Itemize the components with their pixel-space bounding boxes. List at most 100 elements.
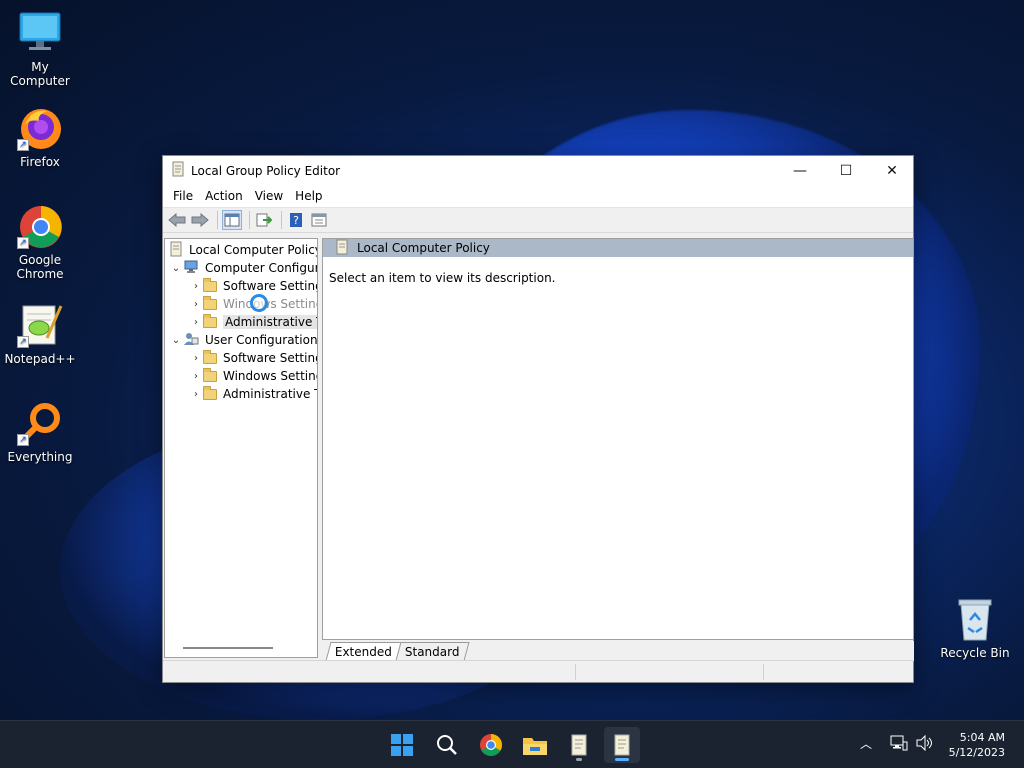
- desktop-icon-notepadpp[interactable]: ↗ Notepad++: [0, 302, 80, 366]
- details-header-title: Local Computer Policy: [357, 241, 490, 255]
- chevron-right-icon[interactable]: ›: [189, 281, 203, 292]
- chevron-down-icon[interactable]: ⌄: [169, 263, 183, 274]
- desktop-icon-chrome[interactable]: ↗ Google Chrome: [0, 203, 80, 281]
- taskbar: ︿ 5:04 AM 5/12/2023: [0, 720, 1024, 768]
- tab-standard[interactable]: Standard: [395, 642, 470, 661]
- details-header: Local Computer Policy: [323, 239, 913, 257]
- back-icon[interactable]: [167, 210, 187, 230]
- group-policy-icon[interactable]: [604, 727, 640, 763]
- menu-view[interactable]: View: [249, 189, 289, 203]
- properties-icon[interactable]: [309, 210, 329, 230]
- tree-item-user-windows-settings[interactable]: › Windows Setting: [189, 367, 318, 385]
- desktop-icon-label: Notepad++: [4, 352, 76, 366]
- forward-icon[interactable]: [190, 210, 210, 230]
- chevron-right-icon[interactable]: ›: [189, 371, 203, 382]
- user-config-icon: [183, 332, 199, 349]
- tab-label: Extended: [334, 645, 392, 659]
- running-indicator: [576, 758, 582, 761]
- details-pane: Local Computer Policy Select an item to …: [322, 238, 914, 640]
- minimize-button[interactable]: —: [777, 156, 823, 185]
- chevron-right-icon[interactable]: ›: [189, 299, 203, 310]
- window-content: Local Computer Policy ⌄ Computer Configu…: [163, 236, 914, 661]
- chevron-right-icon[interactable]: ›: [189, 389, 203, 400]
- notepad-scroll-icon[interactable]: [561, 727, 597, 763]
- tree-item-label: Local Computer Policy: [189, 243, 318, 257]
- folder-icon: [203, 277, 217, 292]
- busy-cursor-icon: [250, 294, 268, 312]
- desktop-icon-label: Google Chrome: [16, 253, 64, 281]
- chrome-icon[interactable]: [473, 727, 509, 763]
- desktop-icon-label: Firefox: [20, 155, 60, 169]
- maximize-button[interactable]: ☐: [823, 156, 869, 185]
- tree-item-label: Software Settings: [223, 351, 317, 365]
- tree-item-software-settings[interactable]: › Software Settings: [189, 277, 317, 295]
- desktop-icon-label: Recycle Bin: [940, 646, 1010, 660]
- horizontal-scrollbar[interactable]: [183, 647, 273, 649]
- file-explorer-icon[interactable]: [517, 727, 553, 763]
- menu-action[interactable]: Action: [199, 189, 249, 203]
- search-icon[interactable]: [429, 727, 465, 763]
- shortcut-arrow-icon: ↗: [17, 336, 29, 348]
- active-indicator: [615, 758, 629, 761]
- tree-item-administrative-templates[interactable]: › Administrative Te: [189, 313, 317, 331]
- shortcut-arrow-icon: ↗: [17, 434, 29, 446]
- volume-icon[interactable]: [916, 734, 934, 754]
- view-tabs: Extended Standard: [322, 641, 914, 661]
- shortcut-arrow-icon: ↗: [17, 237, 29, 249]
- desktop-icon-recycle-bin[interactable]: Recycle Bin: [935, 596, 1015, 660]
- folder-icon: [203, 349, 217, 364]
- desktop-icon-everything[interactable]: ↗ Everything: [0, 400, 80, 464]
- toolbar-separator: [249, 211, 250, 229]
- shortcut-arrow-icon: ↗: [17, 139, 29, 151]
- toolbar: ?: [163, 207, 913, 233]
- folder-icon: [203, 313, 217, 328]
- tree-item-user-configuration[interactable]: ⌄ User Configuration: [169, 331, 317, 349]
- recycle-bin-icon: [952, 596, 998, 642]
- chevron-right-icon[interactable]: ›: [189, 317, 203, 328]
- search-magnifier-icon: ↗: [17, 400, 63, 446]
- menu-file[interactable]: File: [167, 189, 199, 203]
- close-button[interactable]: ✕: [869, 156, 915, 185]
- chevron-right-icon[interactable]: ›: [189, 353, 203, 364]
- notepadpp-icon: ↗: [17, 302, 63, 348]
- network-icon[interactable]: [890, 735, 908, 754]
- start-icon[interactable]: [384, 727, 420, 763]
- desktop-icon-label: Everything: [7, 450, 73, 464]
- tree-item-label: Administrative Te: [223, 315, 317, 329]
- tab-extended[interactable]: Extended: [325, 642, 402, 661]
- folder-icon: [203, 367, 217, 382]
- details-description: Select an item to view its description.: [329, 271, 556, 285]
- show-hide-tree-icon[interactable]: [222, 210, 242, 230]
- desktop-icon-my-computer[interactable]: My Computer: [0, 10, 80, 88]
- tree-item-label: Administrative Te: [223, 387, 318, 401]
- chevron-up-icon[interactable]: ︿: [860, 735, 872, 752]
- tree-item-user-software-settings[interactable]: › Software Settings: [189, 349, 317, 367]
- console-tree[interactable]: Local Computer Policy ⌄ Computer Configu…: [164, 238, 318, 658]
- folder-icon: [203, 295, 217, 310]
- menu-help[interactable]: Help: [289, 189, 328, 203]
- help-icon[interactable]: ?: [286, 210, 306, 230]
- chrome-icon: ↗: [17, 203, 63, 249]
- desktop-icon-firefox[interactable]: ↗ Firefox: [0, 105, 80, 169]
- firefox-icon: ↗: [17, 105, 63, 151]
- toolbar-separator: [281, 211, 282, 229]
- export-list-icon[interactable]: [254, 210, 274, 230]
- tree-item-local-computer-policy[interactable]: Local Computer Policy: [169, 241, 318, 259]
- tree-item-label: Windows Settings: [223, 297, 317, 311]
- svg-text:?: ?: [293, 214, 299, 227]
- menu-bar: File Action View Help: [163, 185, 913, 207]
- chevron-down-icon[interactable]: ⌄: [169, 335, 183, 346]
- tree-item-computer-configuration[interactable]: ⌄ Computer Configura: [169, 259, 318, 277]
- clock-date: 5/12/2023: [948, 746, 1005, 759]
- tree-item-label: Windows Setting: [223, 369, 318, 383]
- tree-item-label: Computer Configura: [205, 261, 318, 275]
- group-policy-icon: [335, 239, 349, 258]
- window-title: Local Group Policy Editor: [191, 163, 341, 178]
- clock[interactable]: 5:04 AM 5/12/2023: [949, 730, 1005, 760]
- tree-item-label: Software Settings: [223, 279, 317, 293]
- group-policy-editor-window[interactable]: Local Group Policy Editor — ☐ ✕ File Act…: [162, 155, 914, 683]
- tree-item-user-administrative-templates[interactable]: › Administrative Te: [189, 385, 318, 403]
- status-divider: [763, 664, 764, 680]
- window-titlebar[interactable]: Local Group Policy Editor — ☐ ✕: [163, 156, 913, 185]
- folder-icon: [203, 385, 217, 400]
